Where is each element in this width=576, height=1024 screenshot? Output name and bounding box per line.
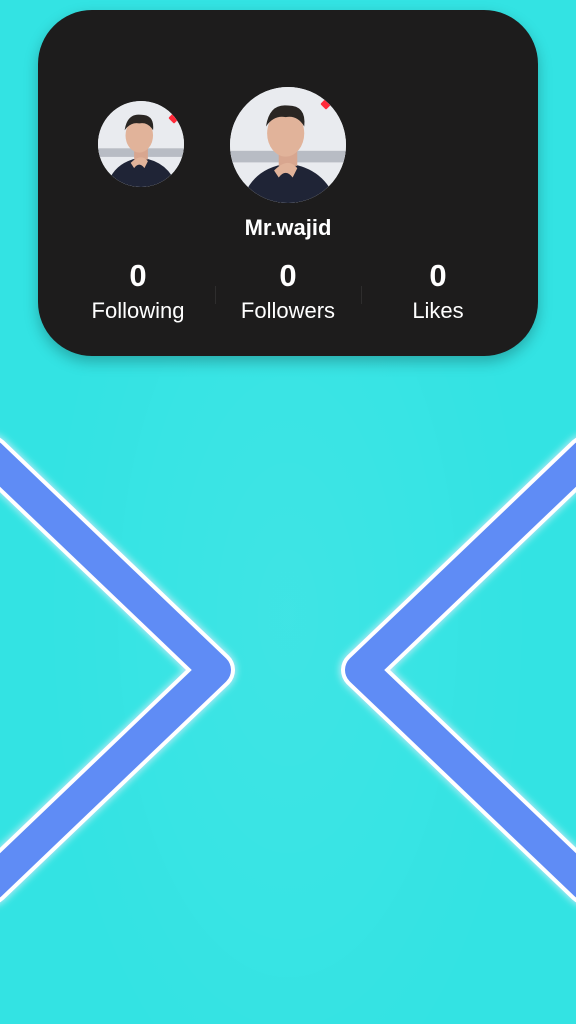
profile-avatar-small[interactable] — [98, 101, 184, 187]
left-chevron-icon — [0, 437, 235, 903]
following-count: 0 — [129, 258, 147, 293]
profile-card: Mr.wajid 0 Following 0 Followers 0 Likes — [38, 10, 538, 356]
username: Mr.wajid — [244, 215, 332, 240]
followers-count: 0 — [279, 258, 297, 293]
right-chevron-icon — [341, 437, 576, 903]
profile-avatar-large[interactable] — [230, 87, 346, 203]
likes-label: Likes — [412, 298, 464, 323]
stat-likes[interactable]: 0 Likes — [358, 258, 518, 324]
stat-following[interactable]: 0 Following — [58, 258, 218, 324]
stat-followers[interactable]: 0 Followers — [208, 258, 368, 324]
likes-count: 0 — [429, 258, 447, 293]
followers-label: Followers — [240, 298, 336, 323]
following-label: Following — [91, 298, 185, 323]
